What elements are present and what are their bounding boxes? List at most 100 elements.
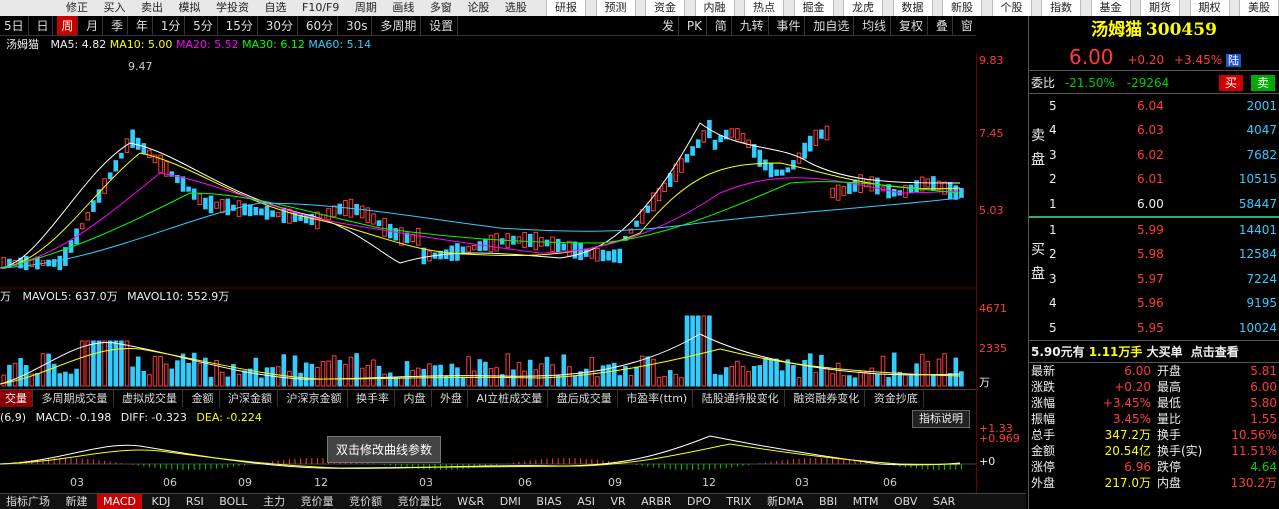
tab-hs-amount[interactable]: 沪深金额 (223, 390, 278, 407)
macd-chart[interactable] (0, 426, 976, 476)
tab-hsj-amount[interactable]: 沪深京金额 (282, 390, 348, 407)
menu-item[interactable]: 模拟 (173, 0, 207, 16)
period-1m[interactable]: 1分 (157, 16, 186, 35)
menu-item[interactable]: 论股 (461, 0, 495, 16)
top-btn[interactable]: 热点 (744, 0, 784, 16)
tab-volume[interactable]: 交量 (0, 390, 33, 407)
indicator-kdj[interactable]: KDJ (145, 494, 176, 509)
indicator-asi[interactable]: ASI (571, 494, 601, 509)
indicator-bid-vol[interactable]: 竞价量 (295, 494, 340, 509)
tool-jian[interactable]: 简 (711, 16, 732, 35)
indicator-square[interactable]: 指标广场 (0, 494, 56, 509)
tool-ma[interactable]: 均线 (858, 16, 892, 35)
tab-bottom-fishing[interactable]: 资金抄底 (869, 390, 924, 407)
menu-item[interactable]: 多窗 (424, 0, 458, 16)
period-day[interactable]: 日 (32, 16, 54, 35)
top-btn[interactable]: 指数 (1041, 0, 1081, 16)
period-15m[interactable]: 15分 (222, 16, 258, 35)
top-btn[interactable]: 预测 (595, 0, 636, 16)
menu-item[interactable]: 买入 (98, 0, 132, 16)
top-btn[interactable]: 龙虎 (843, 0, 883, 16)
indicator-dpo[interactable]: DPO (681, 494, 717, 509)
tab-amount[interactable]: 金额 (187, 390, 220, 407)
order-level[interactable]: 4 6.03 4047 (1029, 118, 1279, 142)
tab-inner[interactable]: 内盘 (399, 390, 432, 407)
tab-multi-volume[interactable]: 多周期成交量 (37, 390, 114, 407)
menu-item[interactable]: 画线 (386, 0, 420, 16)
period-month[interactable]: 月 (82, 16, 104, 35)
indicator-main[interactable]: 主力 (257, 494, 291, 509)
period-year[interactable]: 年 (132, 16, 153, 35)
order-level[interactable]: 5 6.04 2001 (1029, 94, 1279, 118)
top-btn[interactable]: 掘金 (793, 0, 834, 16)
period-60m[interactable]: 60分 (302, 16, 339, 35)
period-30m[interactable]: 30分 (262, 16, 299, 35)
tab-pe[interactable]: 市盈率(ttm) (621, 390, 694, 407)
indicator-dmi[interactable]: DMI (494, 494, 527, 509)
tab-outer[interactable]: 外盘 (435, 390, 468, 407)
tab-turnover[interactable]: 换手率 (351, 390, 395, 407)
menu-item[interactable]: F10/F9 (296, 0, 345, 16)
top-btn[interactable]: 期权 (1189, 0, 1230, 16)
top-btn[interactable]: 期货 (1140, 0, 1180, 16)
indicator-macd[interactable]: MACD (97, 494, 142, 509)
tab-margin[interactable]: 融资融券变化 (788, 390, 866, 407)
tool-overlay[interactable]: 叠 (932, 16, 953, 35)
tool-event[interactable]: 事件 (772, 16, 806, 35)
indicator-rsi[interactable]: RSI (180, 494, 210, 509)
indicator-bbi[interactable]: BBI (813, 494, 843, 509)
order-level[interactable]: 5 5.95 10024 (1029, 316, 1279, 340)
indicator-mtm[interactable]: MTM (847, 494, 885, 509)
tool-fuquan[interactable]: 复权 (895, 16, 929, 35)
period-settings[interactable]: 设置 (425, 16, 459, 35)
sell-button[interactable]: 卖 (1250, 75, 1275, 91)
order-level[interactable]: 3 5.97 7224 (1029, 267, 1279, 291)
period-multi[interactable]: 多周期 (376, 16, 422, 35)
menu-item[interactable]: 卖出 (135, 0, 169, 16)
indicator-bias[interactable]: BIAS (530, 494, 567, 509)
menu-item[interactable]: 学投资 (210, 0, 255, 16)
tab-virtual-volume[interactable]: 虚拟成交量 (117, 390, 183, 407)
tab-ai-volume[interactable]: AI立桩成交量 (472, 390, 549, 407)
top-btn[interactable]: 资金 (645, 0, 685, 16)
indicator-vr[interactable]: VR (604, 494, 631, 509)
order-level[interactable]: 2 5.98 12584 (1029, 242, 1279, 266)
kline-chart[interactable]: 9.47 9.83 7.45 5.03 (0, 53, 976, 289)
tool-window[interactable]: 窗 (957, 16, 976, 35)
menu-item[interactable]: 选股 (499, 0, 533, 16)
indicator-boll[interactable]: BOLL (213, 494, 253, 509)
order-level[interactable]: 1 6.00 58447 (1029, 192, 1279, 216)
indicator-dma[interactable]: 新DMA (761, 494, 810, 509)
tool-add-fav[interactable]: 加自选 (809, 16, 855, 35)
top-btn[interactable]: 个股 (991, 0, 1032, 16)
tab-northbound[interactable]: 陆股通持股变化 (697, 390, 785, 407)
indicator-bid-ratio[interactable]: 竞价量比 (392, 494, 448, 509)
period-30s[interactable]: 30s (342, 16, 373, 35)
top-btn[interactable]: 研报 (546, 0, 586, 16)
indicator-wr[interactable]: W&R (451, 494, 490, 509)
indicator-bid-amt[interactable]: 竞价额 (343, 494, 388, 509)
order-level[interactable]: 1 5.99 14401 (1029, 218, 1279, 242)
period-quarter[interactable]: 季 (107, 16, 129, 35)
top-btn[interactable]: 美股 (1239, 0, 1279, 16)
indicator-trix[interactable]: TRIX (720, 494, 757, 509)
top-btn[interactable]: 基金 (1090, 0, 1131, 16)
period-5d[interactable]: 5日 (0, 16, 29, 35)
tab-after-hours[interactable]: 盘后成交量 (552, 390, 618, 407)
view-link[interactable]: 点击查看 (1191, 345, 1239, 359)
order-level[interactable]: 2 6.01 10515 (1029, 167, 1279, 191)
menu-item[interactable]: 修正 (60, 0, 94, 16)
volume-chart[interactable] (0, 304, 976, 388)
top-btn[interactable]: 新股 (942, 0, 982, 16)
tool-jiuzhuan[interactable]: 九转 (736, 16, 769, 35)
period-week[interactable]: 周 (57, 16, 79, 35)
tool-pk[interactable]: PK (683, 16, 707, 35)
indicator-sar[interactable]: SAR (927, 494, 961, 509)
menu-item[interactable]: 周期 (349, 0, 383, 16)
tool-fa[interactable]: 发 (658, 16, 680, 35)
menu-item[interactable]: 自选 (259, 0, 293, 16)
top-btn[interactable]: 数据 (892, 0, 933, 16)
indicator-obv[interactable]: OBV (888, 494, 923, 509)
indicator-new[interactable]: 新建 (60, 494, 94, 509)
top-btn[interactable]: 内融 (694, 0, 735, 16)
